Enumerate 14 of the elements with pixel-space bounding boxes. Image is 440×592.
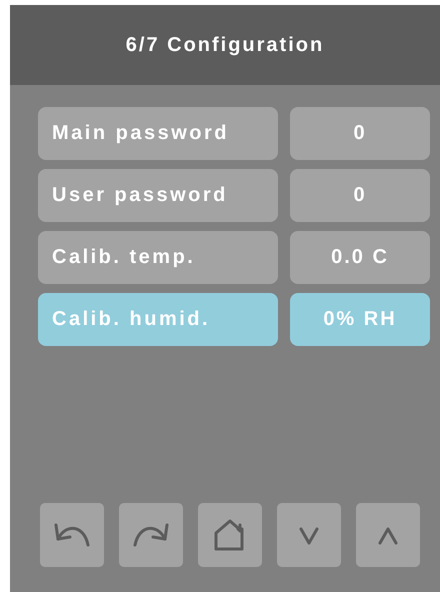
setting-value-button[interactable]: 0 (290, 169, 430, 222)
setting-label-button[interactable]: Main password (38, 107, 278, 160)
home-button[interactable] (198, 503, 262, 567)
up-button[interactable] (356, 503, 420, 567)
back-button[interactable] (40, 503, 104, 567)
setting-value-button[interactable]: 0% RH (290, 293, 430, 346)
down-button[interactable] (277, 503, 341, 567)
setting-label-button[interactable]: Calib. temp. (38, 231, 278, 284)
setting-value-button[interactable]: 0.0 C (290, 231, 430, 284)
setting-label-button[interactable]: User password (38, 169, 278, 222)
page-title: 6/7 Configuration (126, 34, 324, 56)
setting-label-button[interactable]: Calib. humid. (38, 293, 278, 346)
setting-value-button[interactable]: 0 (290, 107, 430, 160)
forward-button[interactable] (119, 503, 183, 567)
